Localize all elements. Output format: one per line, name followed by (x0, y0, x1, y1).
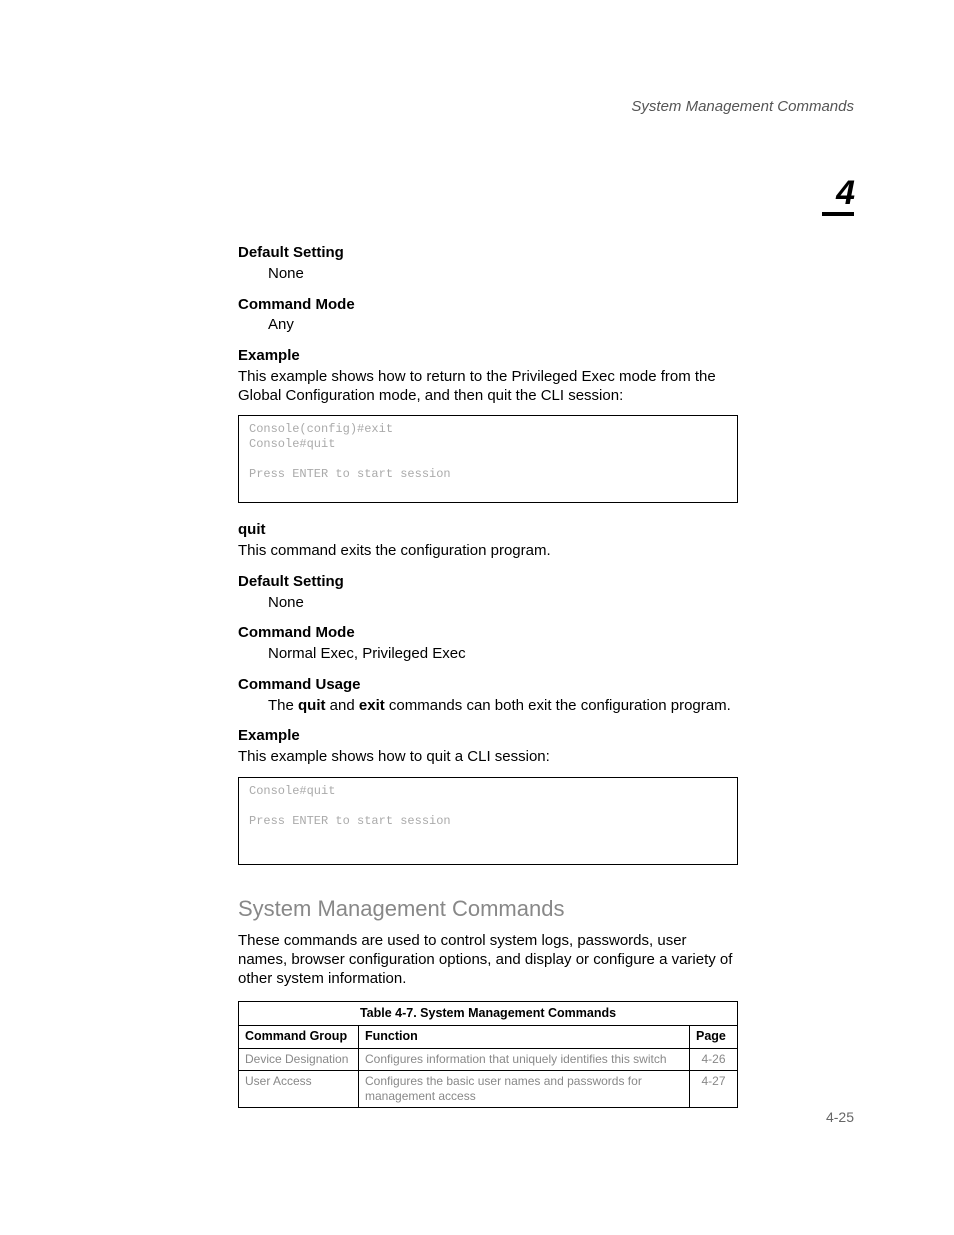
table-header-row: Command Group Function Page (239, 1026, 738, 1049)
th-command-group: Command Group (239, 1026, 359, 1049)
document-page: System Management Commands 4 Default Set… (0, 0, 954, 1235)
example-text-2: This example shows how to quit a CLI ses… (238, 748, 738, 767)
cell-function: Configures the basic user names and pass… (359, 1070, 690, 1107)
command-mode-value-2: Normal Exec, Privileged Exec (268, 645, 738, 664)
default-setting-value-1: None (268, 265, 738, 284)
default-setting-heading-2: Default Setting (238, 573, 738, 592)
usage-keyword-quit: quit (298, 697, 326, 714)
running-header: System Management Commands (631, 98, 854, 115)
example-heading-1: Example (238, 347, 738, 366)
command-mode-value-1: Any (268, 316, 738, 335)
cell-page: 4-27 (690, 1070, 738, 1107)
page-content: Default Setting None Command Mode Any Ex… (238, 232, 738, 1108)
quit-description: This command exits the configuration pro… (238, 542, 738, 561)
example-heading-2: Example (238, 727, 738, 746)
command-usage-heading: Command Usage (238, 676, 738, 695)
cell-group: User Access (239, 1070, 359, 1107)
usage-mid: and (326, 697, 359, 714)
th-function: Function (359, 1026, 690, 1049)
command-mode-heading-1: Command Mode (238, 296, 738, 315)
section-title: System Management Commands (238, 895, 738, 923)
usage-post: commands can both exit the configuration… (385, 697, 731, 714)
usage-pre: The (268, 697, 298, 714)
code-block-1: Console(config)#exit Console#quit Press … (238, 415, 738, 503)
usage-keyword-exit: exit (359, 697, 385, 714)
code-block-2: Console#quit Press ENTER to start sessio… (238, 777, 738, 865)
default-setting-value-2: None (268, 594, 738, 613)
table-row: Device Designation Configures informatio… (239, 1048, 738, 1070)
default-setting-heading-1: Default Setting (238, 244, 738, 263)
commands-table: Table 4-7. System Management Commands Co… (238, 1001, 738, 1108)
command-usage-text: The quit and exit commands can both exit… (268, 697, 738, 716)
cell-page: 4-26 (690, 1048, 738, 1070)
example-text-1: This example shows how to return to the … (238, 368, 738, 406)
section-intro: These commands are used to control syste… (238, 932, 738, 988)
page-number: 4-25 (826, 1109, 854, 1125)
quit-command-heading: quit (238, 521, 738, 540)
command-mode-heading-2: Command Mode (238, 624, 738, 643)
cell-function: Configures information that uniquely ide… (359, 1048, 690, 1070)
table-row: User Access Configures the basic user na… (239, 1070, 738, 1107)
table-caption: Table 4-7. System Management Commands (238, 1001, 738, 1026)
cell-group: Device Designation (239, 1048, 359, 1070)
chapter-badge: 4 (822, 176, 854, 216)
chapter-underline (822, 212, 854, 216)
chapter-number: 4 (822, 176, 854, 210)
th-page: Page (690, 1026, 738, 1049)
